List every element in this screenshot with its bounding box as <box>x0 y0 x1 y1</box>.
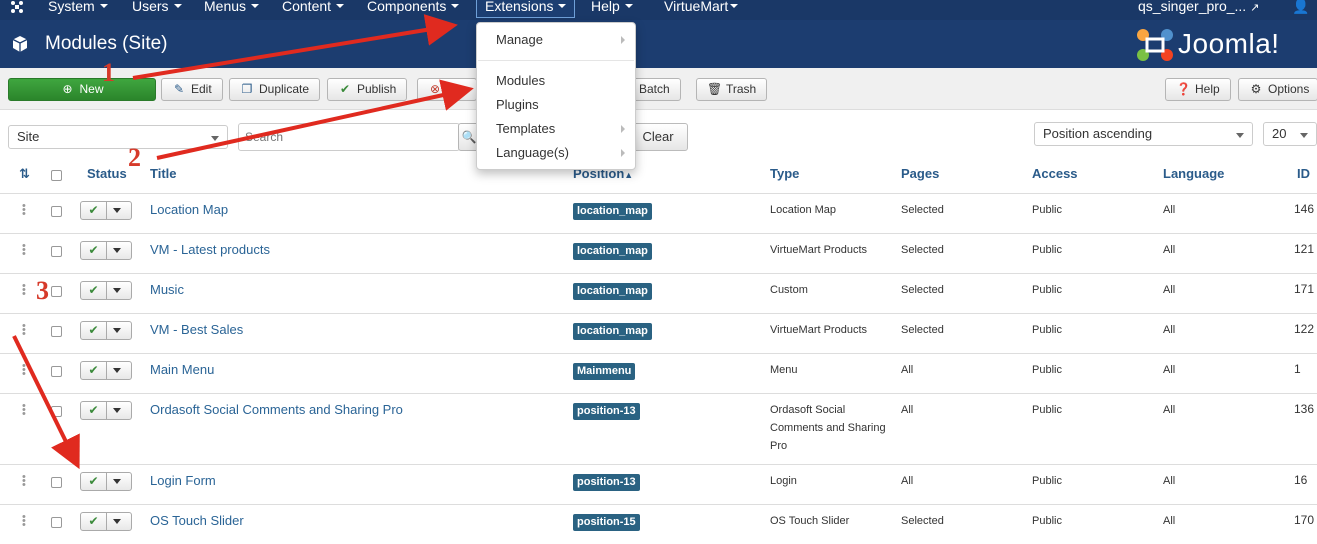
arrow-3 <box>12 335 80 470</box>
annotation-1: 1 <box>102 58 115 87</box>
arrow-1 <box>132 14 458 80</box>
annotation-2: 2 <box>128 143 141 172</box>
arrow-2 <box>156 79 474 160</box>
annotation-3: 3 <box>36 276 49 305</box>
annotation-arrows <box>12 14 474 470</box>
